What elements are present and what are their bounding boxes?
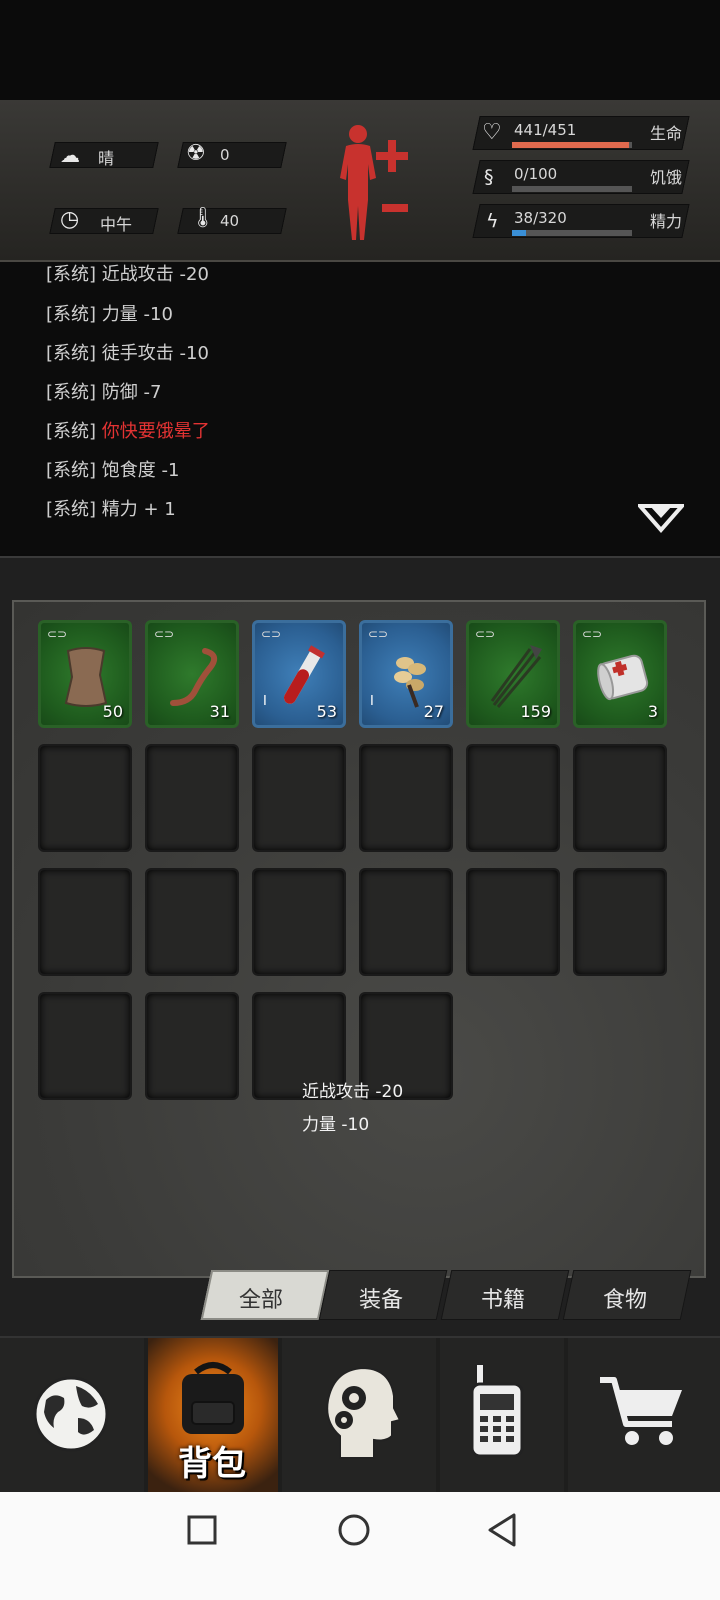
chevron-down-icon[interactable] [638, 502, 684, 534]
log-line: [系统] 精力 + 1 [46, 499, 176, 520]
back-icon[interactable] [486, 1512, 520, 1548]
leather-icon [64, 647, 108, 707]
hunger-bar [512, 186, 632, 192]
empty-slot[interactable] [145, 868, 239, 976]
item-count: 3 [647, 702, 658, 721]
hunger-label: 饥饿 [650, 168, 683, 187]
status-header: ☁ 晴 ☢ 0 ◷ 中午 🌡︎ 40 ♡ 441/451 生命 § 0/100 … [0, 100, 720, 262]
energy-label: 精力 [650, 212, 683, 231]
item-count: 53 [316, 702, 337, 721]
inventory-grid: ⊂⊃ 50 ⊂⊃ 31 ⊂⊃ I 53 ⊂⊃ I 27 ⊂⊃ 159 ⊂⊃ 3 [12, 600, 706, 1278]
empty-slot[interactable] [573, 744, 667, 852]
tab-equipment-label: 装备 [358, 1288, 403, 1313]
link-icon: ⊂⊃ [261, 627, 282, 641]
link-icon: ⊂⊃ [154, 627, 175, 641]
nav-world-map[interactable] [0, 1338, 144, 1492]
item-tooltip: 近战攻击 -20 力量 -10 [302, 1076, 403, 1142]
item-slot-worm[interactable]: ⊂⊃ 31 [145, 620, 239, 728]
nav-shop[interactable] [568, 1338, 720, 1492]
log-line-warning: [系统] 你快要饿晕了 [46, 421, 210, 442]
energy-bar-fill [512, 230, 527, 236]
empty-slot[interactable] [38, 868, 132, 976]
thermometer-icon: 🌡︎ [190, 205, 216, 229]
item-slot-arrows[interactable]: ⊂⊃ 159 [466, 620, 560, 728]
health-value: 441/451 [514, 121, 577, 139]
nav-backpack[interactable]: 背包 [148, 1338, 278, 1492]
radiation-value: 0 [220, 146, 230, 164]
blood-vial-icon [284, 645, 325, 704]
time-label: 中午 [100, 215, 133, 234]
body-figure-icon[interactable] [330, 120, 420, 246]
recent-apps-icon[interactable] [186, 1514, 218, 1546]
empty-slot[interactable] [359, 868, 453, 976]
tab-books-label: 书籍 [480, 1288, 525, 1313]
link-icon: ⊂⊃ [368, 627, 389, 641]
cloud-sun-icon: ☁ [60, 143, 80, 167]
bandage-icon [597, 654, 649, 701]
tab-all-label: 全部 [238, 1288, 283, 1313]
radiation-icon: ☢ [186, 141, 206, 166]
energy-bar [512, 230, 632, 236]
home-icon[interactable] [336, 1512, 372, 1548]
item-count: 159 [520, 702, 551, 721]
empty-slot[interactable] [145, 744, 239, 852]
log-line: [系统] 徒手攻击 -10 [46, 343, 209, 364]
empty-slot[interactable] [252, 744, 346, 852]
empty-slot[interactable] [359, 744, 453, 852]
energy-icon: ϟ [486, 210, 499, 232]
log-line: [系统] 力量 -10 [46, 304, 173, 325]
nav-skills[interactable] [282, 1338, 436, 1492]
seeds-icon [394, 657, 426, 708]
empty-slot[interactable] [466, 744, 560, 852]
system-log[interactable]: [系统] 近战攻击 -20 [系统] 力量 -10 [系统] 徒手攻击 -10 … [0, 262, 720, 554]
empty-slot[interactable] [38, 992, 132, 1100]
hunger-value: 0/100 [514, 165, 558, 183]
tooltip-line: 力量 -10 [302, 1115, 370, 1135]
nav-radio[interactable] [440, 1338, 564, 1492]
item-count: 27 [423, 702, 444, 721]
cart-icon [600, 1377, 682, 1445]
log-line: [系统] 防御 -7 [46, 382, 162, 403]
empty-slot[interactable] [466, 868, 560, 976]
backpack-label: 背包 [178, 1444, 246, 1484]
temperature-value: 40 [220, 212, 240, 230]
stomach-icon: § [484, 166, 494, 188]
globe-icon [33, 1376, 109, 1452]
head-gears-icon [326, 1366, 400, 1459]
system-nav-bar [0, 1492, 720, 1600]
item-slot-blood-vial[interactable]: ⊂⊃ I 53 [252, 620, 346, 728]
link-icon: ⊂⊃ [475, 627, 496, 641]
item-count: 31 [209, 702, 230, 721]
item-slot-leather[interactable]: ⊂⊃ 50 [38, 620, 132, 728]
empty-slot[interactable] [145, 992, 239, 1100]
arrows-icon [490, 645, 542, 708]
weather-label: 晴 [98, 149, 115, 168]
empty-slot[interactable] [38, 744, 132, 852]
item-slot-bandage[interactable]: ⊂⊃ 3 [573, 620, 667, 728]
log-line: [系统] 近战攻击 -20 [46, 264, 209, 285]
link-icon: ⊂⊃ [582, 627, 603, 641]
bone-icon: I [263, 694, 267, 709]
health-bar-fill [512, 142, 630, 148]
log-line: [系统] 饱食度 -1 [46, 460, 180, 481]
energy-value: 38/320 [514, 209, 567, 227]
bone-icon: I [370, 694, 374, 709]
empty-slot[interactable] [252, 868, 346, 976]
tab-food-label: 食物 [602, 1288, 647, 1313]
walkie-talkie-icon [470, 1364, 524, 1458]
link-icon: ⊂⊃ [47, 627, 68, 641]
clock-icon: ◷ [60, 207, 80, 232]
backpack-icon [182, 1362, 244, 1434]
health-label: 生命 [650, 124, 683, 143]
empty-slot[interactable] [573, 868, 667, 976]
health-bar [512, 142, 632, 148]
item-slot-seeds[interactable]: ⊂⊃ I 27 [359, 620, 453, 728]
heart-icon: ♡ [482, 120, 502, 145]
tooltip-line: 近战攻击 -20 [302, 1082, 404, 1102]
item-count: 50 [102, 702, 123, 721]
worm-icon [170, 648, 218, 706]
